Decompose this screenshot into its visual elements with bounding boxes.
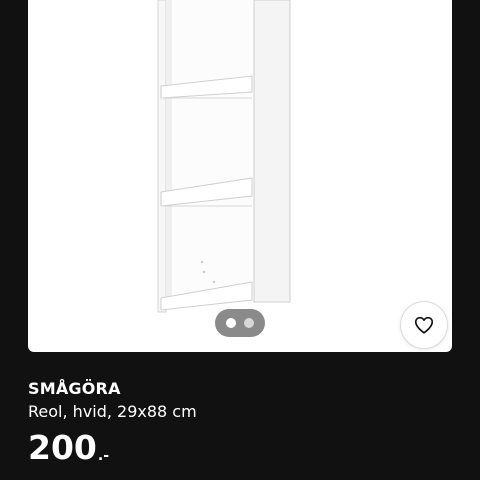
carousel-dot[interactable] bbox=[244, 318, 254, 328]
image-carousel-indicator[interactable] bbox=[215, 309, 265, 337]
product-card-image[interactable] bbox=[28, 0, 452, 352]
favorite-button[interactable] bbox=[401, 302, 447, 348]
heart-icon bbox=[414, 316, 434, 334]
price-amount: 200 bbox=[28, 428, 97, 467]
product-name[interactable]: SMÅGÖRA bbox=[28, 379, 121, 398]
bookshelf-image bbox=[157, 0, 291, 313]
carousel-dot-active[interactable] bbox=[226, 318, 236, 328]
product-description: Reol, hvid, 29x88 cm bbox=[28, 402, 197, 421]
product-price: 200 .- bbox=[28, 428, 109, 468]
price-suffix: .- bbox=[97, 448, 110, 464]
product-screen: SMÅGÖRA Reol, hvid, 29x88 cm 200 .- bbox=[0, 0, 480, 480]
